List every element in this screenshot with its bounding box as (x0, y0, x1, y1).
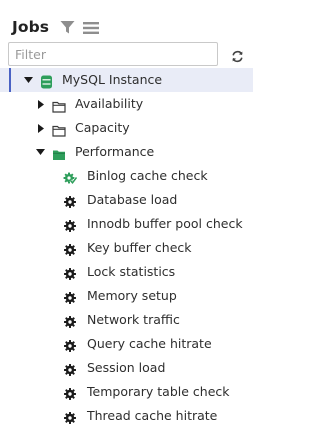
gear-icon (63, 217, 77, 232)
gear-icon (63, 337, 77, 352)
folder-icon (52, 121, 66, 137)
filter-input[interactable] (8, 42, 218, 66)
caret-right-icon[interactable] (37, 92, 47, 116)
jobs-tree: MySQL Instance Availability Capacity Per… (0, 68, 253, 428)
selection-indicator (9, 68, 11, 92)
job-database-load[interactable]: Database load (0, 188, 253, 212)
job-label: Key buffer check (87, 240, 192, 255)
folder-icon (52, 97, 66, 113)
tree-node-label: Performance (75, 144, 155, 159)
panel-header: Jobs (0, 0, 253, 40)
caret-right-icon[interactable] (37, 116, 47, 140)
job-lock-statistics[interactable]: Lock statistics (0, 260, 253, 284)
gear-icon (63, 361, 77, 376)
job-query-cache-hitrate[interactable]: Query cache hitrate (0, 332, 253, 356)
job-label: Database load (87, 192, 178, 207)
tree-node-mysql-instance[interactable]: MySQL Instance (0, 68, 253, 92)
gear-icon (63, 193, 77, 208)
job-thread-cache-hitrate[interactable]: Thread cache hitrate (0, 404, 253, 428)
job-binlog-cache-check[interactable]: Binlog cache check (0, 164, 253, 188)
gear-icon (63, 385, 77, 400)
tree-node-label: MySQL Instance (62, 72, 163, 87)
job-label: Session load (87, 360, 166, 375)
gear-icon (63, 409, 77, 424)
job-label: Query cache hitrate (87, 336, 212, 351)
database-icon (40, 73, 54, 89)
refresh-icon[interactable] (231, 48, 244, 67)
tree-node-label: Capacity (75, 120, 130, 135)
gear-icon (63, 313, 77, 328)
gear-icon (63, 289, 77, 304)
gear-icon (63, 265, 77, 280)
job-memory-setup[interactable]: Memory setup (0, 284, 253, 308)
job-label: Memory setup (87, 288, 177, 303)
job-session-load[interactable]: Session load (0, 356, 253, 380)
job-label: Lock statistics (87, 264, 176, 279)
job-network-traffic[interactable]: Network traffic (0, 308, 253, 332)
tree-node-label: Availability (75, 96, 144, 111)
job-innodb-buffer-pool-check[interactable]: Innodb buffer pool check (0, 212, 253, 236)
folder-open-icon (52, 145, 66, 160)
gear-icon (63, 241, 77, 256)
caret-down-icon[interactable] (36, 140, 46, 164)
tree-node-performance[interactable]: Performance (0, 140, 253, 164)
tree-node-availability[interactable]: Availability (0, 92, 253, 116)
job-temporary-table-check[interactable]: Temporary table check (0, 380, 253, 404)
job-key-buffer-check[interactable]: Key buffer check (0, 236, 253, 260)
caret-down-icon[interactable] (24, 68, 34, 92)
gear-check-icon (63, 169, 78, 185)
panel-title: Jobs (12, 18, 50, 36)
job-label: Thread cache hitrate (87, 408, 218, 423)
job-label: Innodb buffer pool check (87, 216, 243, 231)
menu-icon[interactable] (83, 20, 99, 39)
job-label: Temporary table check (87, 384, 230, 399)
filter-icon[interactable] (60, 20, 75, 39)
job-label: Binlog cache check (87, 168, 208, 183)
tree-node-capacity[interactable]: Capacity (0, 116, 253, 140)
job-label: Network traffic (87, 312, 180, 327)
